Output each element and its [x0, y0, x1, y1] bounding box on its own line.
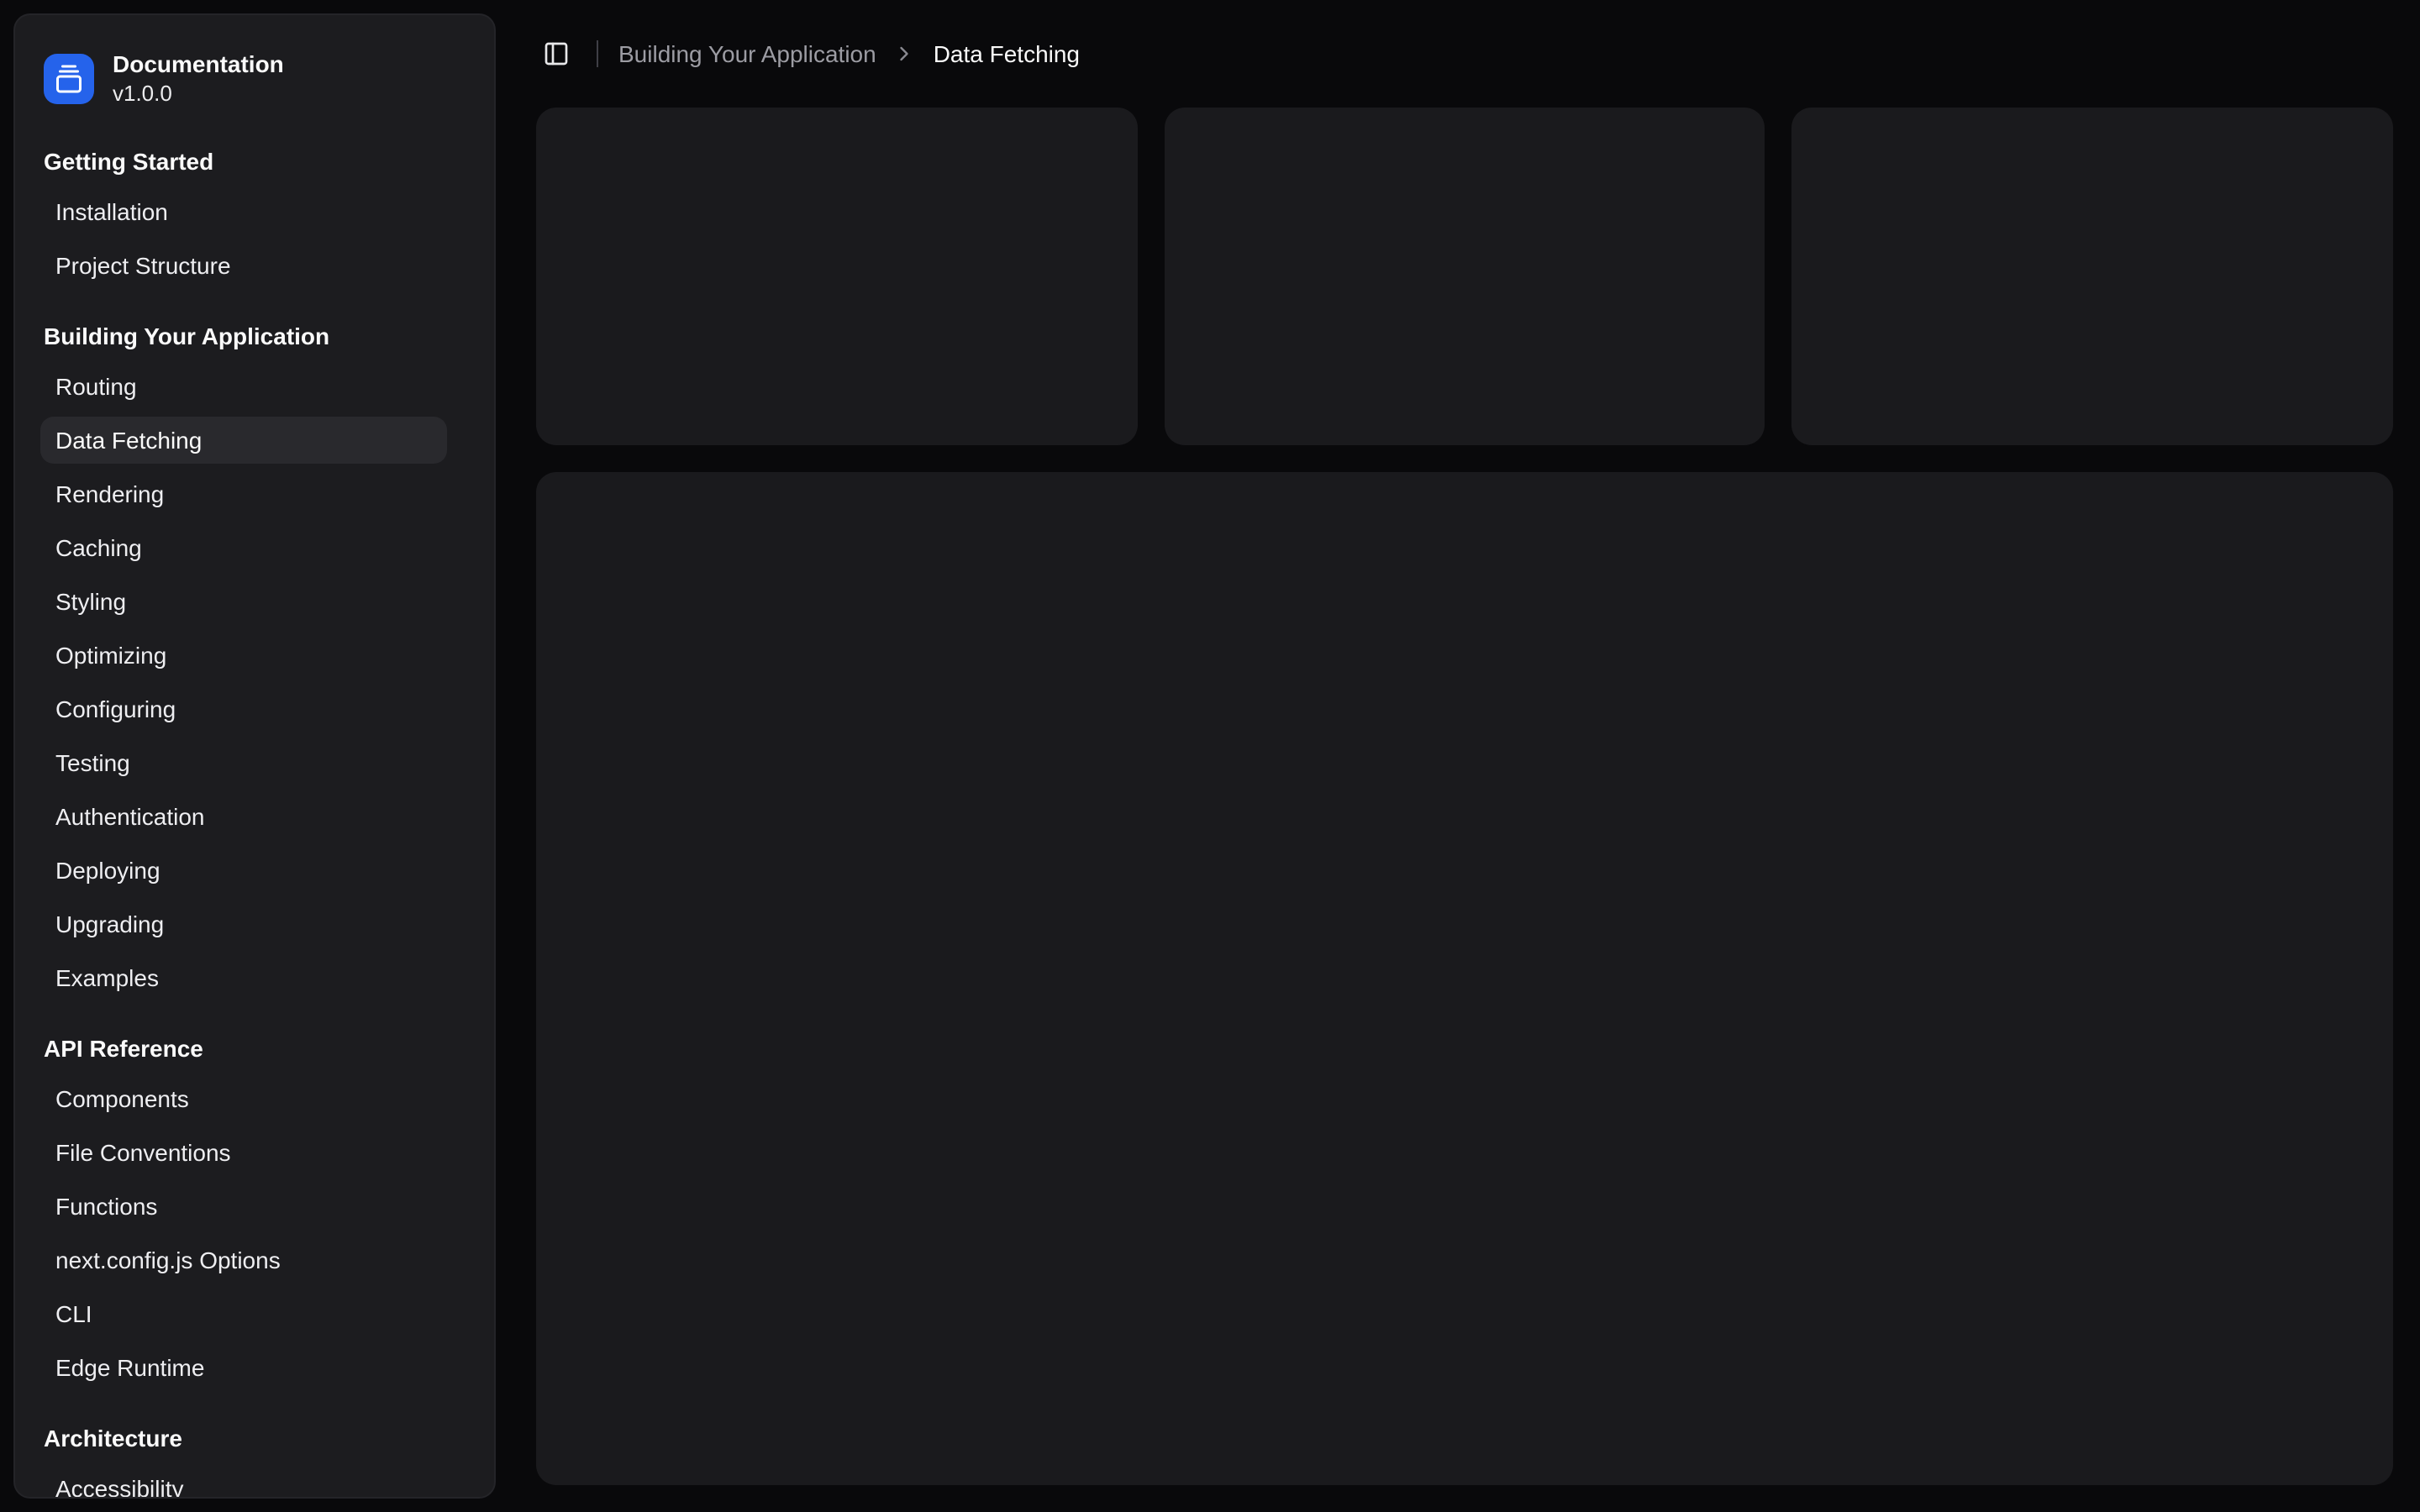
- sidebar-group-list: Components File Conventions Functions next.…: [15, 1075, 494, 1391]
- sidebar-item-authentication[interactable]: Authentication: [40, 793, 447, 840]
- sidebar-item-components[interactable]: Components: [40, 1075, 447, 1122]
- content-area: [509, 108, 2420, 1512]
- sidebar-header: Documentation v1.0.0: [15, 15, 494, 108]
- header-bar: Building Your Application Data Fetching: [509, 0, 2420, 108]
- sidebar-group-label: Getting Started: [15, 138, 494, 185]
- sidebar-item-functions[interactable]: Functions: [40, 1183, 447, 1230]
- sidebar: Documentation v1.0.0 Getting StartedInst…: [13, 13, 496, 1499]
- main-column: Building Your Application Data Fetching: [509, 0, 2420, 1512]
- vertical-separator: [597, 40, 598, 67]
- sidebar-item-caching[interactable]: Caching: [40, 524, 447, 571]
- sidebar-item-edge-runtime[interactable]: Edge Runtime: [40, 1344, 447, 1391]
- sidebar-item-routing[interactable]: Routing: [40, 363, 447, 410]
- sidebar-group-api-reference: API ReferenceComponents File Conventions F…: [15, 1025, 494, 1391]
- placeholder-card: [1164, 108, 1765, 445]
- sidebar-group-label: Building Your Application: [15, 312, 494, 360]
- sidebar-item-project-structure[interactable]: Project Structure: [40, 242, 447, 289]
- sidebar-item-deploying[interactable]: Deploying: [40, 847, 447, 894]
- sidebar-item-examples[interactable]: Examples: [40, 954, 447, 1001]
- sidebar-group-list: Accessibility: [15, 1465, 494, 1499]
- placeholder-card: [536, 108, 1137, 445]
- sidebar-item-rendering[interactable]: Rendering: [40, 470, 447, 517]
- sidebar-item-testing[interactable]: Testing: [40, 739, 447, 786]
- sidebar-group-list: Routing Data Fetching Rendering Caching Styl…: [15, 363, 494, 1001]
- sidebar-group-getting-started: Getting StartedInstallation Project Struc…: [15, 138, 494, 289]
- sidebar-item-installation[interactable]: Installation: [40, 188, 447, 235]
- sidebar-group-building-your-application: Building Your ApplicationRouting Data Fet…: [15, 312, 494, 1001]
- panel-left-icon: [543, 40, 570, 67]
- placeholder-cards-row: [536, 108, 2393, 445]
- sidebar-group-label: Architecture: [15, 1415, 494, 1462]
- app-version: v1.0.0: [113, 79, 284, 108]
- sidebar-item-data-fetching[interactable]: Data Fetching: [40, 417, 447, 464]
- sidebar-item-upgrading[interactable]: Upgrading: [40, 900, 447, 948]
- sidebar-item-file-conventions[interactable]: File Conventions: [40, 1129, 447, 1176]
- sidebar-group-list: Installation Project Structure: [15, 188, 494, 289]
- app-title: Documentation: [113, 49, 284, 79]
- content-placeholder-panel: [536, 472, 2393, 1485]
- app-identity: Documentation v1.0.0: [113, 49, 284, 108]
- chevron-right-icon: [893, 42, 917, 66]
- placeholder-card: [1792, 108, 2393, 445]
- breadcrumb: Building Your Application Data Fetching: [618, 40, 1080, 67]
- sidebar-group-label: API Reference: [15, 1025, 494, 1072]
- sidebar-item-optimizing[interactable]: Optimizing: [40, 632, 447, 679]
- app-logo[interactable]: [44, 53, 94, 103]
- sidebar-item-accessibility[interactable]: Accessibility: [40, 1465, 447, 1499]
- gallery-vertical-end-icon: [54, 63, 84, 93]
- sidebar-nav: Getting StartedInstallation Project Struc…: [15, 138, 494, 1499]
- breadcrumb-current-page: Data Fetching: [934, 40, 1080, 67]
- sidebar-group-architecture: ArchitectureAccessibility: [15, 1415, 494, 1499]
- sidebar-item-next-config-js-options[interactable]: next.config.js Options: [40, 1236, 447, 1284]
- sidebar-item-configuring[interactable]: Configuring: [40, 685, 447, 732]
- app-root: Documentation v1.0.0 Getting StartedInst…: [0, 0, 2420, 1512]
- sidebar-item-cli[interactable]: CLI: [40, 1290, 447, 1337]
- sidebar-item-styling[interactable]: Styling: [40, 578, 447, 625]
- breadcrumb-parent-link[interactable]: Building Your Application: [618, 40, 876, 67]
- sidebar-toggle-button[interactable]: [536, 34, 576, 74]
